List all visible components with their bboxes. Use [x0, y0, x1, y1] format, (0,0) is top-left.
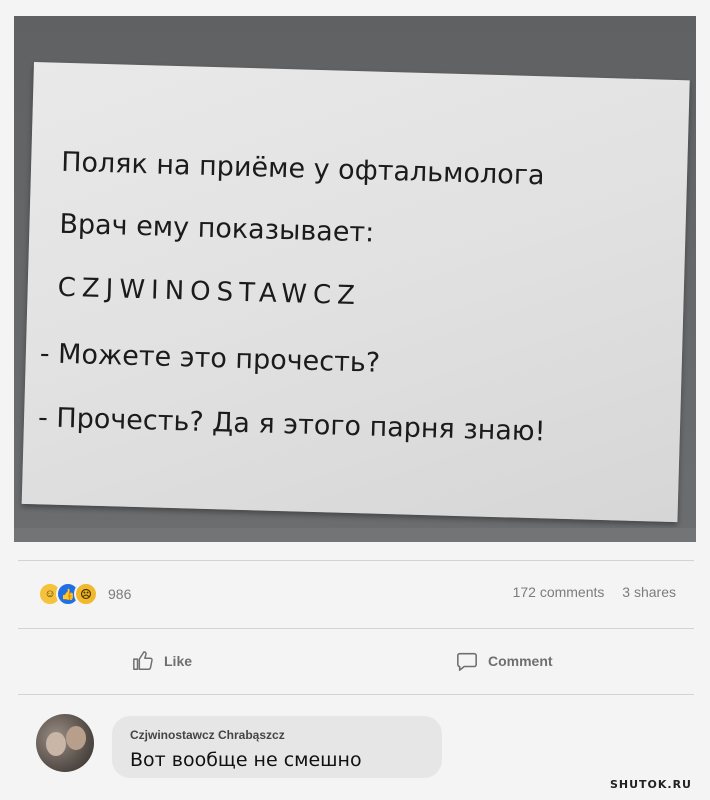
thumbs-up-icon	[133, 651, 153, 670]
note-code: CZJWINOSTAWCZ	[57, 272, 362, 312]
comment-label: Comment	[488, 653, 553, 669]
comment-icon	[457, 652, 477, 671]
reactions-summary[interactable]: ☺ 👍 ☹ 986	[38, 582, 131, 606]
note-line-5: - Прочесть? Да я этого парня знаю!	[37, 402, 546, 448]
note-line-1: Поляк на приёме у офтальмолога	[60, 146, 545, 192]
like-button[interactable]: Like	[132, 650, 192, 672]
photo-bottom-edge	[14, 528, 696, 542]
avatar-face-right	[66, 726, 86, 750]
avatar[interactable]	[36, 714, 94, 772]
comments-count[interactable]: 172 comments	[513, 584, 605, 600]
shares-count[interactable]: 3 shares	[622, 584, 676, 600]
paper-note: Поляк на приёме у офтальмолога Врач ему …	[21, 62, 690, 523]
watermark: SHUTOK.RU	[609, 778, 692, 791]
comment-bubble[interactable]: Czjwinostawcz Chrabąszcz Вот вообще не с…	[112, 716, 442, 778]
sad-icon: ☹	[74, 582, 98, 606]
divider	[18, 628, 694, 629]
avatar-face-left	[46, 732, 66, 756]
divider	[18, 694, 694, 695]
comment-button[interactable]: Comment	[456, 650, 553, 672]
note-line-2: Врач ему показывает:	[59, 208, 375, 249]
comment-text: Вот вообще не смешно	[130, 749, 362, 771]
post-photo[interactable]: Поляк на приёме у офтальмолога Врач ему …	[14, 16, 696, 542]
comment-author[interactable]: Czjwinostawcz Chrabąszcz	[130, 728, 285, 742]
like-label: Like	[164, 653, 193, 669]
reaction-count: 986	[108, 586, 132, 602]
divider	[18, 560, 694, 561]
post-stats: 172 comments 3 shares	[513, 584, 676, 600]
note-line-4: - Можете это прочесть?	[39, 338, 381, 379]
